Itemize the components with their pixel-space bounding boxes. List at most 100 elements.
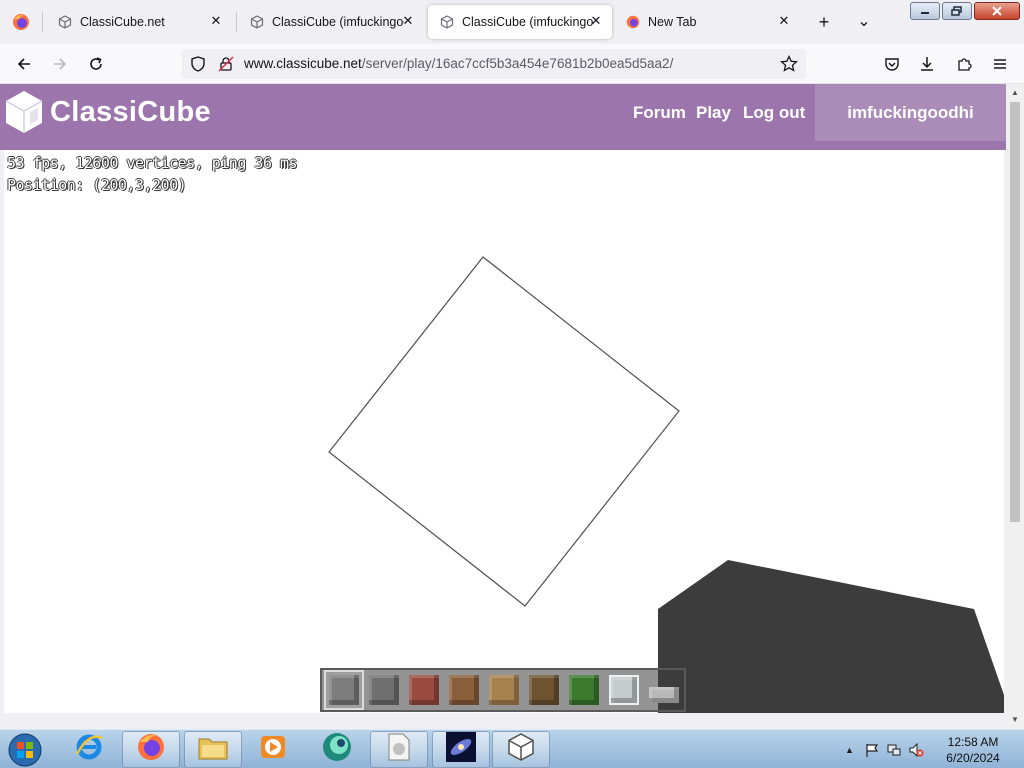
downloads-button[interactable] (915, 52, 939, 76)
hotbar-slot-brick[interactable] (404, 670, 444, 710)
network-icon[interactable] (886, 742, 902, 758)
reload-button[interactable] (84, 52, 108, 76)
taskbar-button-app[interactable] (308, 731, 366, 768)
tab-1[interactable]: ClassiCube.net ✕ (46, 5, 232, 39)
log-block-icon (529, 675, 559, 705)
new-tab-button[interactable]: + (812, 10, 836, 34)
navigation-toolbar: www.classicube.net/server/play/16ac7ccf5… (0, 44, 1024, 84)
block-hotbar (320, 668, 686, 712)
nav-link-forum[interactable]: Forum (633, 103, 686, 123)
forward-arrow-icon (54, 58, 67, 70)
site-logo-text[interactable]: ClassiCube (50, 96, 211, 129)
clock-time: 12:58 AM (947, 735, 999, 749)
tab-separator (42, 12, 43, 32)
close-icon (992, 6, 1002, 16)
taskbar-button-galaxy[interactable] (432, 731, 490, 768)
puzzle-piece-icon (958, 58, 972, 71)
galaxy-icon (445, 731, 477, 768)
hotbar-slot-slab[interactable] (644, 670, 684, 710)
classicube-logo-icon[interactable] (4, 90, 44, 134)
user-account-box[interactable]: imfuckingoodhi (815, 84, 1006, 141)
hotbar-slot-glass[interactable] (604, 670, 644, 710)
show-hidden-icons-icon[interactable]: ▲ (845, 745, 854, 755)
hotbar-slot-leaves[interactable] (564, 670, 604, 710)
hotbar-slot-stone[interactable] (324, 670, 364, 710)
dirt-block-icon (449, 675, 479, 705)
taskbar-button-classicube[interactable] (492, 731, 550, 768)
game-scene (328, 256, 1004, 713)
fps-stats-text: 53 fps, 12600 vertices, ping 36 ms (7, 154, 298, 172)
volume-muted-icon[interactable] (908, 742, 924, 758)
system-clock[interactable]: 12:58 AM 6/20/2024 (938, 734, 1008, 766)
taskbar-button-document[interactable] (370, 731, 428, 768)
forward-button[interactable] (48, 52, 72, 76)
internet-explorer-icon (74, 732, 104, 767)
pocket-icon (885, 58, 899, 71)
close-tab-icon[interactable]: ✕ (776, 13, 792, 29)
firefox-view-button[interactable] (0, 0, 42, 44)
tab-4[interactable]: New Tab ✕ (614, 5, 800, 39)
document-icon (386, 732, 412, 767)
tab-title: New Tab (648, 15, 697, 29)
scroll-down-arrow-icon[interactable]: ▼ (1006, 713, 1024, 727)
insecure-lock-icon[interactable] (218, 56, 234, 72)
extensions-button[interactable] (952, 52, 976, 76)
close-tab-icon[interactable]: ✕ (400, 13, 416, 29)
taskbar-button-internet-explorer[interactable] (60, 731, 118, 768)
start-button[interactable] (6, 732, 44, 768)
close-window-button[interactable] (974, 2, 1020, 20)
close-tab-icon[interactable]: ✕ (208, 13, 224, 29)
download-icon (921, 57, 933, 71)
tab-3-active[interactable]: ClassiCube (imfuckingoodhi) ✕ (428, 5, 612, 39)
hotbar-slot-dirt[interactable] (444, 670, 484, 710)
hotbar-slot-wood-planks[interactable] (484, 670, 524, 710)
restore-button[interactable] (942, 2, 972, 20)
scrollbar-thumb[interactable] (1010, 102, 1020, 522)
url-host: www.classicube.net (244, 56, 362, 71)
taskbar-button-firefox[interactable] (122, 731, 180, 768)
bookmark-star-icon[interactable] (780, 55, 798, 73)
nav-link-log-out[interactable]: Log out (743, 103, 805, 123)
page-background (0, 141, 1006, 150)
hotbar-slot-log[interactable] (524, 670, 564, 710)
window-controls (910, 2, 1020, 20)
restore-icon (951, 6, 962, 16)
nav-link-play[interactable]: Play (696, 103, 731, 123)
tracking-protection-shield-icon[interactable] (190, 56, 206, 72)
scroll-up-arrow-icon[interactable]: ▲ (1006, 86, 1024, 100)
media-player-icon (258, 732, 288, 767)
url-bar[interactable]: www.classicube.net/server/play/16ac7ccf5… (182, 49, 806, 79)
firefox-icon (136, 732, 166, 767)
hamburger-menu-icon (994, 59, 1006, 69)
wood-planks-block-icon (489, 675, 519, 705)
classicube-icon (506, 732, 536, 767)
url-path: /server/play/16ac7ccf5b3a454e7681b2b0ea5… (361, 56, 674, 71)
taskbar-button-file-explorer[interactable] (184, 731, 242, 768)
brick-block-icon (409, 675, 439, 705)
slab-block-icon (649, 687, 679, 703)
page-scrollbar[interactable]: ▲ ▼ (1006, 84, 1024, 729)
back-button[interactable] (12, 52, 36, 76)
app-menu-button[interactable] (988, 52, 1012, 76)
taskbar-button-media-player[interactable] (244, 731, 302, 768)
leaves-block-icon (569, 675, 599, 705)
ground-terrain (658, 560, 1004, 713)
clock-date: 6/20/2024 (946, 751, 1000, 765)
site-header: ClassiCube Forum Play Log out imfuckingo… (0, 84, 1006, 141)
url-text[interactable]: www.classicube.net/server/play/16ac7ccf5… (244, 56, 673, 71)
tab-separator (236, 12, 237, 32)
firefox-icon (13, 14, 29, 30)
back-arrow-icon (17, 58, 30, 70)
classicube-icon (250, 15, 264, 29)
list-all-tabs-button[interactable]: ⌄ (852, 10, 876, 34)
game-canvas[interactable]: 53 fps, 12600 vertices, ping 36 ms Posit… (4, 150, 1004, 713)
close-tab-icon[interactable]: ✕ (588, 13, 604, 29)
username[interactable]: imfuckingoodhi (815, 103, 1006, 123)
tab-2[interactable]: ClassiCube (imfuckingoodhi) ✕ (238, 5, 424, 39)
pocket-button[interactable] (880, 52, 904, 76)
hotbar-slot-cobblestone[interactable] (364, 670, 404, 710)
tab-title: ClassiCube (imfuckingoodhi) (272, 15, 404, 29)
stone-block-icon (329, 675, 359, 705)
minimize-button[interactable] (910, 2, 940, 20)
action-center-flag-icon[interactable] (864, 742, 880, 758)
